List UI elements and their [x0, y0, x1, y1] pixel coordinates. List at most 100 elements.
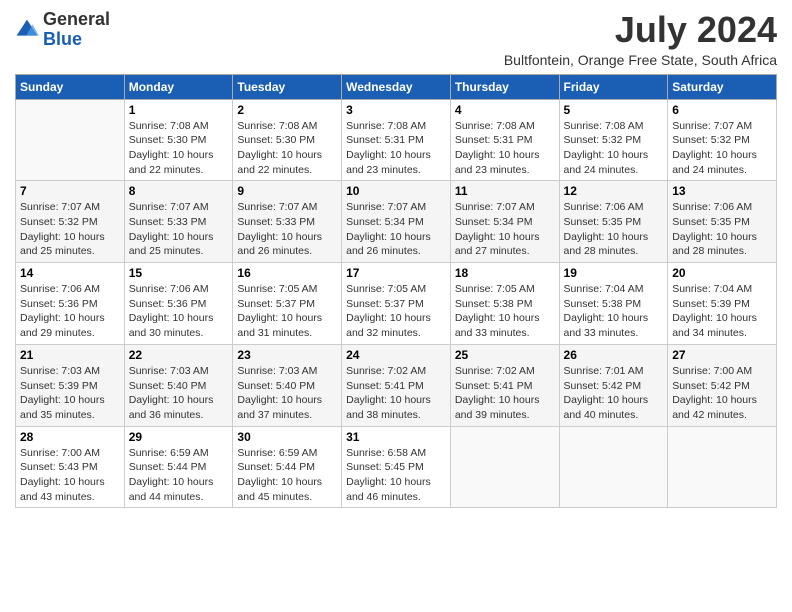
- calendar-cell: 18 Sunrise: 7:05 AMSunset: 5:38 PMDayligh…: [450, 263, 559, 345]
- week-row-3: 14 Sunrise: 7:06 AMSunset: 5:36 PMDayligh…: [16, 263, 777, 345]
- day-info: Sunrise: 7:05 AMSunset: 5:37 PMDaylight:…: [237, 282, 337, 341]
- calendar-cell: 4 Sunrise: 7:08 AMSunset: 5:31 PMDaylight…: [450, 99, 559, 181]
- calendar-cell: [559, 426, 668, 508]
- calendar-cell: 30 Sunrise: 6:59 AMSunset: 5:44 PMDayligh…: [233, 426, 342, 508]
- month-title: July 2024: [504, 10, 777, 50]
- day-info: Sunrise: 6:59 AMSunset: 5:44 PMDaylight:…: [237, 446, 337, 505]
- day-number: 30: [237, 430, 337, 444]
- calendar-cell: 19 Sunrise: 7:04 AMSunset: 5:38 PMDayligh…: [559, 263, 668, 345]
- day-number: 2: [237, 103, 337, 117]
- calendar-cell: [450, 426, 559, 508]
- calendar-cell: 7 Sunrise: 7:07 AMSunset: 5:32 PMDaylight…: [16, 181, 125, 263]
- day-info: Sunrise: 7:07 AMSunset: 5:34 PMDaylight:…: [455, 200, 555, 259]
- calendar-cell: 25Sunrise: 7:02 AMSunset: 5:41 PMDayligh…: [450, 344, 559, 426]
- day-info: Sunrise: 7:05 AMSunset: 5:38 PMDaylight:…: [455, 282, 555, 341]
- calendar-cell: 17Sunrise: 7:05 AMSunset: 5:37 PMDayligh…: [342, 263, 451, 345]
- day-number: 21: [20, 348, 120, 362]
- day-number: 25: [455, 348, 555, 362]
- calendar-cell: 11 Sunrise: 7:07 AMSunset: 5:34 PMDayligh…: [450, 181, 559, 263]
- calendar-cell: 15 Sunrise: 7:06 AMSunset: 5:36 PMDayligh…: [124, 263, 233, 345]
- day-number: 13: [672, 184, 772, 198]
- calendar-cell: 8Sunrise: 7:07 AMSunset: 5:33 PMDaylight…: [124, 181, 233, 263]
- logo-general: General: [43, 9, 110, 29]
- day-number: 19: [564, 266, 664, 280]
- day-number: 14: [20, 266, 120, 280]
- day-info: Sunrise: 6:58 AMSunset: 5:45 PMDaylight:…: [346, 446, 446, 505]
- calendar-cell: 9 Sunrise: 7:07 AMSunset: 5:33 PMDaylight…: [233, 181, 342, 263]
- day-number: 20: [672, 266, 772, 280]
- calendar-cell: 13Sunrise: 7:06 AMSunset: 5:35 PMDayligh…: [668, 181, 777, 263]
- day-number: 5: [564, 103, 664, 117]
- day-number: 4: [455, 103, 555, 117]
- day-number: 15: [129, 266, 229, 280]
- day-info: Sunrise: 7:07 AMSunset: 5:32 PMDaylight:…: [20, 200, 120, 259]
- header-day-tuesday: Tuesday: [233, 74, 342, 99]
- header-day-sunday: Sunday: [16, 74, 125, 99]
- day-info: Sunrise: 7:08 AMSunset: 5:32 PMDaylight:…: [564, 119, 664, 178]
- calendar-cell: 22Sunrise: 7:03 AMSunset: 5:40 PMDayligh…: [124, 344, 233, 426]
- day-number: 9: [237, 184, 337, 198]
- day-info: Sunrise: 7:04 AMSunset: 5:39 PMDaylight:…: [672, 282, 772, 341]
- week-row-4: 21 Sunrise: 7:03 AMSunset: 5:39 PMDayligh…: [16, 344, 777, 426]
- day-info: Sunrise: 7:07 AMSunset: 5:33 PMDaylight:…: [237, 200, 337, 259]
- day-number: 28: [20, 430, 120, 444]
- header-day-thursday: Thursday: [450, 74, 559, 99]
- day-info: Sunrise: 7:07 AMSunset: 5:32 PMDaylight:…: [672, 119, 772, 178]
- day-info: Sunrise: 7:01 AMSunset: 5:42 PMDaylight:…: [564, 364, 664, 423]
- logo-blue: Blue: [43, 29, 82, 49]
- day-number: 6: [672, 103, 772, 117]
- calendar-cell: 5 Sunrise: 7:08 AMSunset: 5:32 PMDaylight…: [559, 99, 668, 181]
- day-number: 12: [564, 184, 664, 198]
- day-info: Sunrise: 7:03 AMSunset: 5:39 PMDaylight:…: [20, 364, 120, 423]
- day-number: 18: [455, 266, 555, 280]
- day-info: Sunrise: 7:03 AMSunset: 5:40 PMDaylight:…: [237, 364, 337, 423]
- page-header: General Blue July 2024 Bultfontein, Oran…: [15, 10, 777, 68]
- day-number: 23: [237, 348, 337, 362]
- day-info: Sunrise: 7:00 AMSunset: 5:43 PMDaylight:…: [20, 446, 120, 505]
- logo-text: General Blue: [43, 10, 110, 50]
- day-number: 1: [129, 103, 229, 117]
- calendar-cell: 28 Sunrise: 7:00 AMSunset: 5:43 PMDayligh…: [16, 426, 125, 508]
- week-row-5: 28 Sunrise: 7:00 AMSunset: 5:43 PMDayligh…: [16, 426, 777, 508]
- day-info: Sunrise: 7:03 AMSunset: 5:40 PMDaylight:…: [129, 364, 229, 423]
- calendar-cell: [16, 99, 125, 181]
- calendar-cell: 10Sunrise: 7:07 AMSunset: 5:34 PMDayligh…: [342, 181, 451, 263]
- day-number: 7: [20, 184, 120, 198]
- calendar-table: SundayMondayTuesdayWednesdayThursdayFrid…: [15, 74, 777, 509]
- day-number: 3: [346, 103, 446, 117]
- day-info: Sunrise: 7:08 AMSunset: 5:30 PMDaylight:…: [237, 119, 337, 178]
- day-info: Sunrise: 7:06 AMSunset: 5:36 PMDaylight:…: [129, 282, 229, 341]
- day-info: Sunrise: 7:08 AMSunset: 5:31 PMDaylight:…: [455, 119, 555, 178]
- day-info: Sunrise: 7:04 AMSunset: 5:38 PMDaylight:…: [564, 282, 664, 341]
- day-info: Sunrise: 7:06 AMSunset: 5:36 PMDaylight:…: [20, 282, 120, 341]
- day-info: Sunrise: 7:07 AMSunset: 5:33 PMDaylight:…: [129, 200, 229, 259]
- calendar-cell: 31 Sunrise: 6:58 AMSunset: 5:45 PMDayligh…: [342, 426, 451, 508]
- header-day-friday: Friday: [559, 74, 668, 99]
- day-number: 16: [237, 266, 337, 280]
- calendar-cell: 24Sunrise: 7:02 AMSunset: 5:41 PMDayligh…: [342, 344, 451, 426]
- calendar-cell: 1Sunrise: 7:08 AMSunset: 5:30 PMDaylight…: [124, 99, 233, 181]
- location: Bultfontein, Orange Free State, South Af…: [504, 52, 777, 68]
- day-info: Sunrise: 6:59 AMSunset: 5:44 PMDaylight:…: [129, 446, 229, 505]
- day-number: 17: [346, 266, 446, 280]
- day-number: 27: [672, 348, 772, 362]
- day-info: Sunrise: 7:00 AMSunset: 5:42 PMDaylight:…: [672, 364, 772, 423]
- header-day-saturday: Saturday: [668, 74, 777, 99]
- calendar-cell: 29Sunrise: 6:59 AMSunset: 5:44 PMDayligh…: [124, 426, 233, 508]
- header-day-wednesday: Wednesday: [342, 74, 451, 99]
- day-number: 31: [346, 430, 446, 444]
- calendar-cell: 27 Sunrise: 7:00 AMSunset: 5:42 PMDayligh…: [668, 344, 777, 426]
- week-row-2: 7 Sunrise: 7:07 AMSunset: 5:32 PMDaylight…: [16, 181, 777, 263]
- calendar-cell: 2 Sunrise: 7:08 AMSunset: 5:30 PMDaylight…: [233, 99, 342, 181]
- calendar-cell: 6 Sunrise: 7:07 AMSunset: 5:32 PMDaylight…: [668, 99, 777, 181]
- calendar-cell: 26Sunrise: 7:01 AMSunset: 5:42 PMDayligh…: [559, 344, 668, 426]
- calendar-header: SundayMondayTuesdayWednesdayThursdayFrid…: [16, 74, 777, 99]
- day-number: 11: [455, 184, 555, 198]
- calendar-cell: 12 Sunrise: 7:06 AMSunset: 5:35 PMDayligh…: [559, 181, 668, 263]
- logo: General Blue: [15, 10, 110, 50]
- header-day-monday: Monday: [124, 74, 233, 99]
- day-info: Sunrise: 7:02 AMSunset: 5:41 PMDaylight:…: [346, 364, 446, 423]
- calendar-cell: 23 Sunrise: 7:03 AMSunset: 5:40 PMDayligh…: [233, 344, 342, 426]
- day-info: Sunrise: 7:06 AMSunset: 5:35 PMDaylight:…: [564, 200, 664, 259]
- week-row-1: 1 Sunrise: 7:08 AMSunset: 5:30 PMDaylight…: [16, 99, 777, 181]
